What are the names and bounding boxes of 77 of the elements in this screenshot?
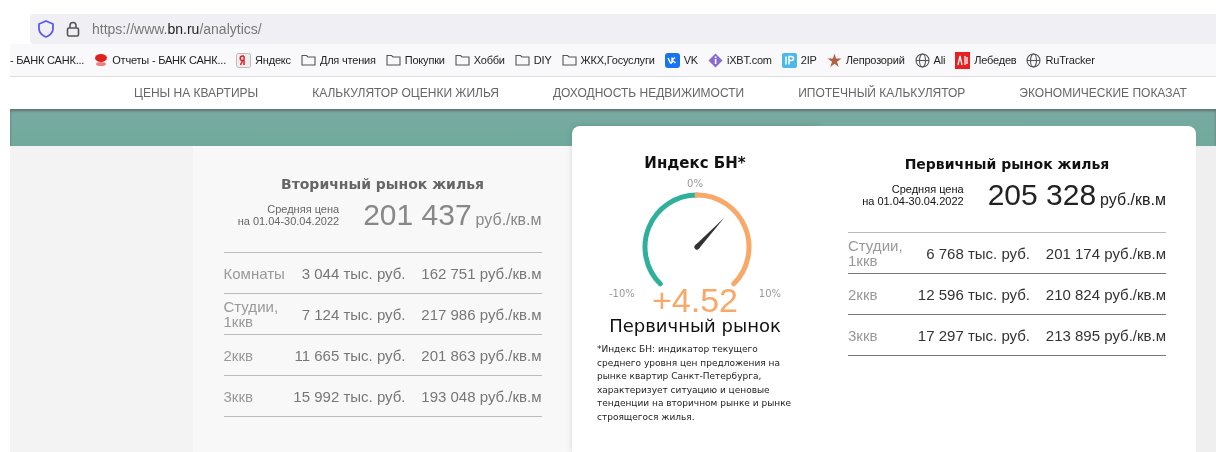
apartment-type: 2ккв (848, 286, 878, 302)
yandex-icon (236, 52, 252, 68)
period-label: на 01.04-30.04.2022 (862, 195, 964, 207)
average-price: 205 328 (987, 178, 1097, 212)
price-per-meter: 201 863 руб./кв.м (420, 346, 542, 364)
star-icon (826, 52, 842, 68)
price-per-meter: 201 174 руб./кв.м (1044, 244, 1166, 262)
nav-link[interactable]: ДОХОДНОСТЬ НЕДВИЖИМОСТИ (552, 86, 745, 100)
apartment-type: 3ккв (223, 388, 253, 404)
total-price: 6 768 тыс. руб. (926, 244, 1030, 262)
bookmark[interactable]: RuTracker (1026, 52, 1095, 68)
gauge-needle (694, 217, 725, 250)
card-title: Индекс БН* (644, 154, 746, 172)
als-logo-icon (955, 51, 971, 69)
nav-link[interactable]: ИПОТЕЧНЫЙ КАЛЬКУЛЯТОР (798, 86, 966, 100)
price-per-meter: 213 895 руб./кв.м (1044, 326, 1166, 344)
bookmark[interactable]: - БАНК САНК... (10, 54, 85, 66)
bookmark[interactable]: Лебедев (955, 51, 1017, 69)
address-bar[interactable]: https://www.bn.ru/analytics/ (30, 14, 1216, 44)
price-unit: руб./кв.м (1100, 191, 1166, 209)
apartment-type: 3ккв (848, 327, 878, 343)
folder-icon (454, 54, 470, 66)
bookmark[interactable]: 2IP (781, 52, 817, 68)
bookmark[interactable]: Покупки (385, 54, 445, 66)
price-per-meter: 217 986 руб./кв.м (420, 305, 542, 323)
card-title: Первичный рынок жилья (904, 156, 1110, 172)
ip-icon (781, 52, 797, 68)
nav-link[interactable]: ЦЕНЫ НА КВАРТИРЫ (134, 86, 259, 100)
bookmark[interactable]: Для чтения (300, 54, 376, 66)
index-value: +4.52 (652, 285, 738, 315)
bookmark[interactable]: DIY (514, 54, 552, 66)
market-label: Первичный рынок (609, 315, 781, 337)
bookmark[interactable]: iXBT.com (707, 52, 772, 68)
folder-icon (514, 54, 530, 66)
bookmark[interactable]: VK (664, 52, 698, 68)
card-title: Вторичный рынок жилья (280, 176, 485, 192)
index-note: *Индекс БН: индикатор текущего среднего уровня цен предложения на рынке квартир Санкт-Петербурга, характеризует ситуацию и ценовые тенденции на вторичном рынке и рынке строящегося жилья. (597, 343, 793, 424)
apartment-type: 2ккв (223, 347, 253, 363)
nav-link[interactable]: КАЛЬКУЛЯТОР ОЦЕНКИ ЖИЛЬЯ (312, 86, 499, 100)
disc-icon (94, 53, 109, 67)
average-label: Средняя цена (267, 203, 340, 215)
shield-icon (38, 20, 54, 38)
apartment-type: Студии, 1ккв (848, 238, 903, 268)
price-per-meter: 210 824 руб./кв.м (1044, 285, 1166, 303)
folder-icon (300, 54, 316, 66)
gauge-tick: 10% (758, 288, 782, 299)
lock-icon (66, 21, 80, 37)
average-label: Средняя цена (891, 183, 964, 195)
diamond-icon (707, 52, 723, 68)
bookmark[interactable]: Ali (914, 52, 946, 68)
vk-icon (664, 52, 680, 68)
total-price: 15 992 тыс. руб. (293, 387, 406, 405)
url-text: https://www.bn.ru/analytics/ (92, 21, 262, 37)
total-price: 17 297 тыс. руб. (917, 326, 1030, 344)
total-price: 3 044 тыс. руб. (301, 264, 406, 282)
nav-link[interactable]: ЭКОНОМИЧЕСКИЕ ПОКАЗАТ (1019, 86, 1187, 100)
folder-icon (385, 54, 401, 66)
folder-icon (561, 54, 577, 66)
price-per-meter: 162 751 руб./кв.м (420, 264, 542, 282)
price-per-meter: 193 048 руб./кв.м (420, 387, 542, 405)
average-price: 201 437 (363, 198, 472, 232)
apartment-type: Комнаты (223, 265, 285, 281)
bookmark[interactable]: Лепрозорий (826, 52, 905, 68)
period-label: на 01.04-30.04.2022 (237, 215, 340, 227)
apartment-type: Студии, 1ккв (223, 299, 279, 329)
bookmark[interactable]: Хобби (454, 54, 505, 66)
globe-icon (914, 52, 930, 68)
bookmark[interactable]: Яндекс (236, 52, 291, 68)
total-price: 7 124 тыс. руб. (301, 305, 406, 323)
bookmark[interactable]: Отчеты - БАНК САНК... (94, 53, 227, 67)
bookmark[interactable]: ЖКХ,Госуслуги (561, 54, 655, 66)
total-price: 11 665 тыс. руб. (294, 346, 406, 364)
gauge-tick: 0% (687, 178, 703, 189)
gauge-tick: -10% (608, 288, 635, 299)
total-price: 12 596 тыс. руб. (917, 285, 1030, 303)
globe-icon (1026, 52, 1042, 68)
price-unit: руб./кв.м (475, 211, 542, 229)
